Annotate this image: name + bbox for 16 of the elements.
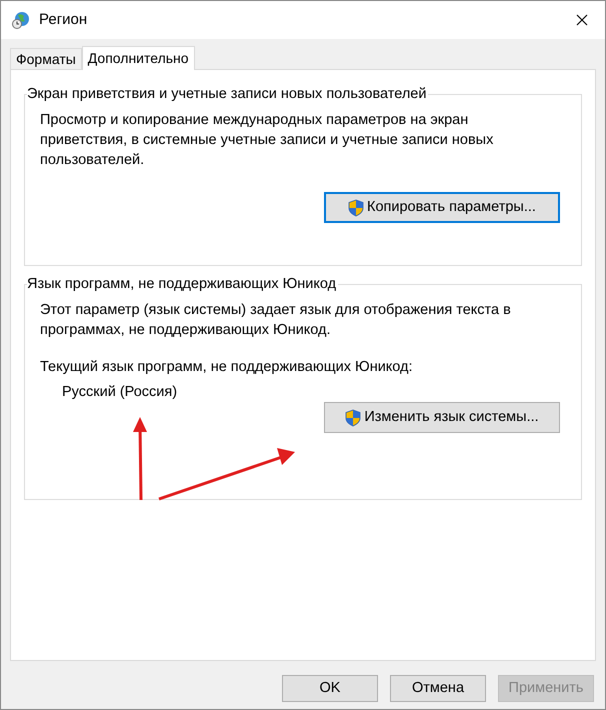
dialog-button[interactable]: Отмена: [390, 675, 486, 702]
group-description: Просмотр и копирование международных параметров на экран приветствия, в системные учетные записи и учетные записи новых пользователей.: [40, 111, 494, 170]
globe-clock-icon: [12, 11, 30, 29]
system-settings-button[interactable]: Изменить язык системы...: [324, 402, 560, 433]
system-settings-button[interactable]: Копировать параметры...: [324, 192, 560, 223]
group-description: Этот параметр (язык системы) задает язык для отображения текста в программах, не поддерживающих Юникод.: [40, 301, 512, 340]
window-title: Регион: [39, 10, 88, 30]
tab[interactable]: Форматы: [10, 48, 82, 69]
group-title: Экран приветствия и учетные записи новых пользователей: [27, 84, 428, 104]
current-language-label: Текущий язык программ, не поддерживающих Юникод:: [40, 358, 414, 377]
tab[interactable]: Дополнительно: [82, 46, 195, 70]
shield-icon: [348, 198, 364, 216]
current-language-value: Русский (Россия): [62, 383, 178, 402]
close-icon: [576, 14, 588, 26]
dialog-button[interactable]: OK: [282, 675, 378, 702]
shield-icon: [345, 408, 362, 426]
